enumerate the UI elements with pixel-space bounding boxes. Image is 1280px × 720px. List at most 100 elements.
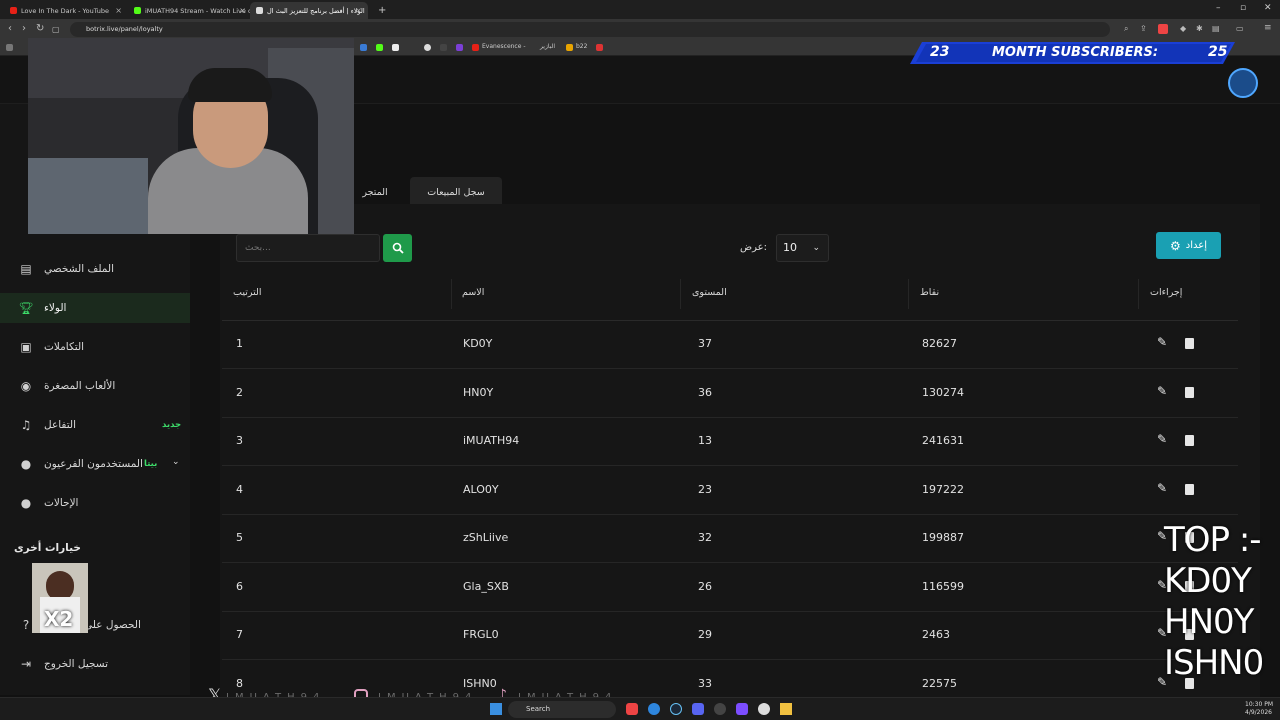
sidebar-item-referrals[interactable]: ● الإحالات bbox=[0, 488, 190, 518]
points-cell: 241631 bbox=[922, 434, 964, 447]
delete-icon[interactable] bbox=[1185, 483, 1194, 495]
edge-icon[interactable] bbox=[648, 703, 660, 715]
delete-icon[interactable] bbox=[1185, 386, 1194, 398]
reload-icon[interactable]: ↻ bbox=[36, 23, 44, 34]
column-header-level[interactable]: المستوى bbox=[692, 287, 727, 298]
bookmark-icon[interactable] bbox=[566, 44, 573, 51]
window-close-icon[interactable]: ✕ bbox=[1264, 3, 1272, 13]
new-tab-button[interactable]: + bbox=[372, 2, 386, 19]
bookmark-icon[interactable] bbox=[376, 44, 383, 51]
discord-icon[interactable] bbox=[692, 703, 704, 715]
sidebar-item-subusers[interactable]: ● المستخدمون الفرعيون bbox=[0, 449, 190, 479]
new-badge: جديد bbox=[162, 420, 182, 430]
forward-icon[interactable]: › bbox=[22, 23, 26, 34]
back-icon[interactable]: ‹ bbox=[8, 23, 12, 34]
sidebar-item-label: الملف الشخصي bbox=[44, 263, 114, 275]
sidebar-item-profile[interactable]: ▤ الملف الشخصي bbox=[0, 254, 190, 284]
tab-sales-log[interactable]: سجل المبيعات bbox=[410, 177, 502, 207]
column-header-points[interactable]: نقاط bbox=[920, 287, 939, 298]
name-cell: zShLiive bbox=[463, 531, 509, 544]
settings-app-icon[interactable] bbox=[758, 703, 770, 715]
column-header-name[interactable]: الاسم bbox=[462, 287, 484, 298]
bookmark-icon[interactable] bbox=[596, 44, 603, 51]
edit-icon[interactable]: ✎ bbox=[1157, 432, 1167, 446]
sidebar-item-logout[interactable]: ⇥ تسجيل الخروج bbox=[0, 649, 190, 679]
users-icon: ● bbox=[20, 457, 32, 471]
entries-select[interactable]: 10 ⌄ bbox=[776, 234, 829, 262]
sidebar-item-label: الولاء bbox=[44, 302, 67, 314]
brave-shield-icon[interactable] bbox=[1158, 24, 1168, 34]
sticker-text: X2 bbox=[44, 607, 74, 631]
level-cell: 13 bbox=[698, 434, 712, 447]
brave-icon[interactable] bbox=[626, 703, 638, 715]
obs-icon[interactable] bbox=[714, 703, 726, 715]
menu-icon[interactable]: ≡ bbox=[1264, 23, 1272, 33]
name-cell: KD0Y bbox=[463, 337, 493, 350]
bookmark-icon[interactable] bbox=[392, 44, 399, 51]
bookmark-evanescence[interactable]: Evanescence - bbox=[482, 43, 526, 50]
avatar[interactable] bbox=[1228, 68, 1258, 98]
browser-tab-botrix[interactable]: الولاء | أفضل برنامج للتعزيز البث ال × bbox=[250, 2, 368, 19]
puzzle-icon[interactable]: ✱ bbox=[1196, 24, 1203, 33]
chevron-down-icon[interactable]: ⌄ bbox=[172, 457, 180, 467]
delete-icon[interactable] bbox=[1185, 338, 1194, 349]
delete-icon[interactable] bbox=[1185, 435, 1194, 446]
browser-toolbar: ‹ › ↻ ▢ botrix.live/panel/loyalty ⌕ ⇪ ◆ … bbox=[0, 19, 1280, 40]
edit-icon[interactable]: ✎ bbox=[1157, 335, 1167, 349]
windows-start-icon[interactable] bbox=[490, 703, 502, 715]
search-input[interactable] bbox=[236, 234, 380, 262]
steam-icon[interactable] bbox=[670, 703, 682, 715]
bookmark-icon[interactable] bbox=[360, 44, 367, 51]
bookmark-icon[interactable] bbox=[424, 44, 431, 51]
sidebar-toggle-icon[interactable]: ▤ bbox=[1212, 24, 1220, 33]
bookmark-icon[interactable]: ▢ bbox=[52, 25, 60, 34]
youtube-icon bbox=[10, 7, 17, 14]
close-icon[interactable]: × bbox=[115, 6, 122, 15]
level-cell: 32 bbox=[698, 531, 712, 544]
rank-cell: 2 bbox=[236, 385, 243, 399]
browser-tab-bar: Love In The Dark - YouTube × iMUATH94 St… bbox=[0, 0, 1280, 19]
app-icon[interactable] bbox=[736, 703, 748, 715]
settings-button[interactable]: ⚙ إعداد bbox=[1156, 232, 1221, 259]
rank-cell: 7 bbox=[236, 628, 243, 641]
sidebar-item-loyalty[interactable]: 🏆︎ الولاء bbox=[0, 293, 190, 323]
botrix-icon bbox=[256, 7, 263, 14]
sidebar-item-label: التكاملات bbox=[44, 341, 85, 353]
bookmark-b22[interactable]: b22 bbox=[576, 43, 587, 50]
subscribers-banner: 23 MONTH SUBSCRIBERS: 25 bbox=[910, 42, 1235, 64]
tab-store[interactable]: المتجر bbox=[350, 177, 400, 207]
bookmark-icon[interactable] bbox=[440, 44, 447, 51]
column-header-rank[interactable]: الترتيب bbox=[233, 287, 261, 298]
sidebar-item-label: المستخدمون الفرعيون bbox=[44, 458, 143, 470]
address-bar[interactable]: botrix.live/panel/loyalty bbox=[70, 22, 1110, 37]
minimize-icon[interactable]: – bbox=[1216, 3, 1221, 13]
close-icon[interactable]: × bbox=[355, 6, 362, 15]
apps-icon[interactable] bbox=[6, 44, 13, 51]
sidebar-item-integrations[interactable]: ▣ التكاملات bbox=[0, 332, 190, 362]
taskbar-search[interactable]: Search bbox=[508, 701, 616, 718]
bookmark-icon[interactable] bbox=[456, 44, 463, 51]
beta-badge: بيتا bbox=[144, 459, 158, 469]
extension-icon[interactable]: ◆ bbox=[1180, 24, 1186, 33]
plug-icon: ▣ bbox=[20, 340, 32, 354]
maximize-icon[interactable]: ▫ bbox=[1240, 3, 1246, 13]
clock-time[interactable]: 10:30 PM bbox=[1245, 701, 1273, 708]
close-icon[interactable]: × bbox=[239, 6, 246, 15]
browser-tab-youtube[interactable]: Love In The Dark - YouTube × bbox=[4, 2, 128, 19]
youtube-icon[interactable] bbox=[472, 44, 479, 51]
sidebar-item-get[interactable]: ? الحصول على bbox=[0, 610, 190, 640]
bookmark-bazir[interactable]: البازير bbox=[540, 43, 555, 50]
share-icon[interactable]: ⇪ bbox=[1140, 24, 1147, 33]
edit-icon[interactable]: ✎ bbox=[1157, 384, 1167, 398]
top-name: ISHN0 bbox=[1164, 643, 1264, 683]
search-button[interactable] bbox=[383, 234, 412, 262]
browser-tab-kick[interactable]: iMUATH94 Stream - Watch Live o × bbox=[128, 2, 252, 19]
zoom-icon[interactable]: ⌕ bbox=[1124, 24, 1128, 34]
sidebar-item-minigames[interactable]: ◉ الألعاب المصغرة bbox=[0, 371, 190, 401]
clock-date[interactable]: 4/9/2026 bbox=[1245, 709, 1272, 716]
edit-icon[interactable]: ✎ bbox=[1157, 481, 1167, 495]
level-cell: 36 bbox=[698, 385, 712, 399]
botrix-page: ▤ الملف الشخصي 🏆︎ الولاء ▣ التكاملات ◉ ا… bbox=[0, 38, 1280, 709]
wallet-icon[interactable]: ▭ bbox=[1236, 24, 1244, 33]
folder-icon[interactable] bbox=[780, 703, 792, 715]
